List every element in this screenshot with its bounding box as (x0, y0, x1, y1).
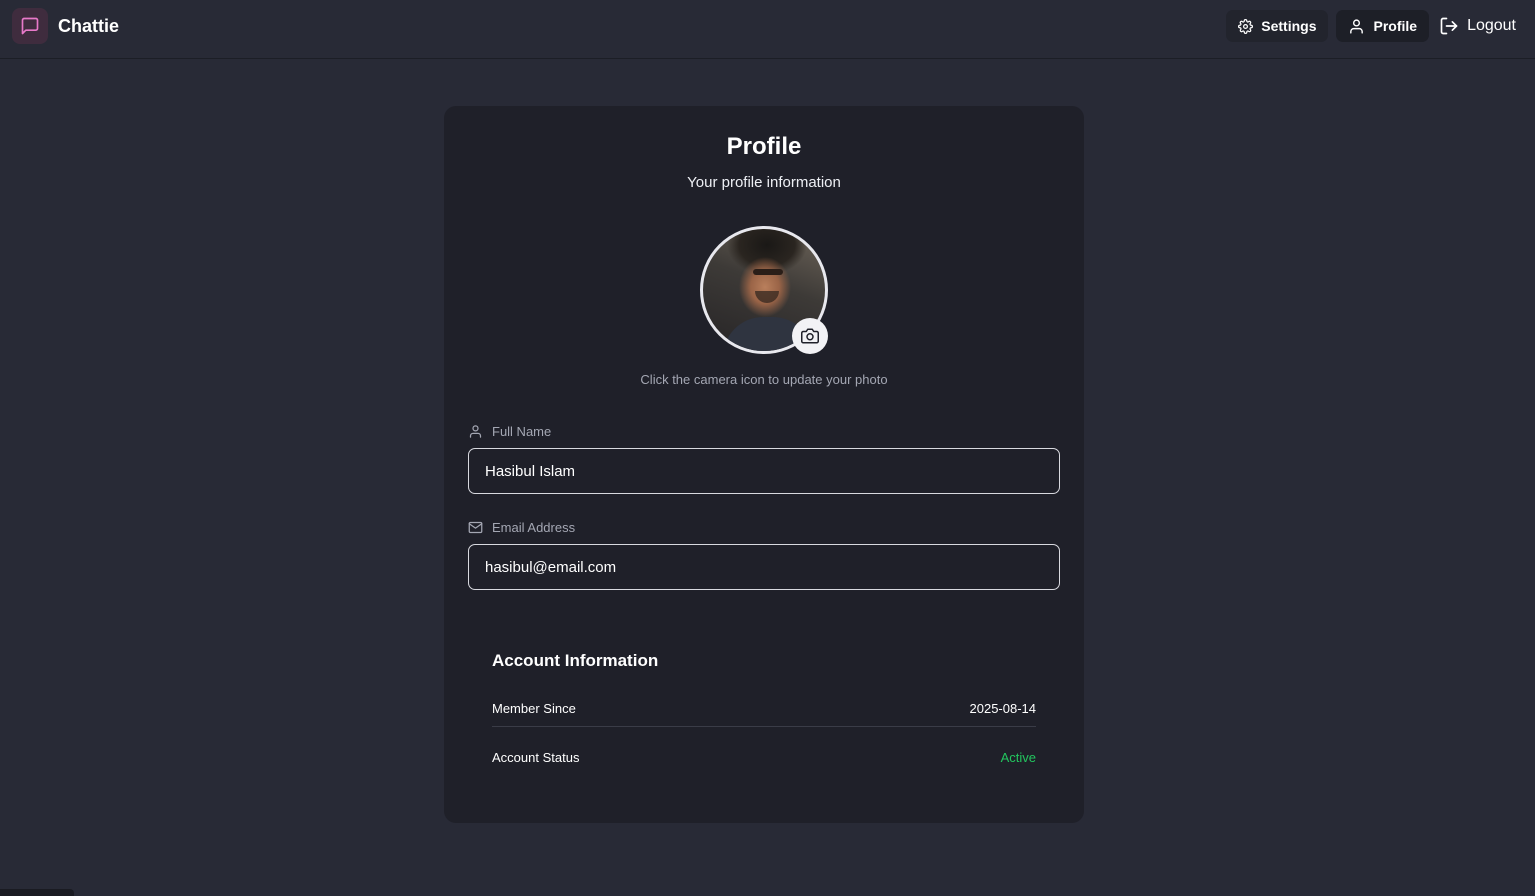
account-info-title: Account Information (492, 651, 659, 670)
member-since-value: 2025-08-14 (969, 700, 1037, 716)
brand[interactable]: Chattie (12, 8, 119, 44)
profile-label: Profile (1373, 18, 1418, 34)
message-square-icon (12, 8, 48, 44)
account-status-label: Account Status (492, 749, 580, 765)
full-name-label-text: Full Name (492, 424, 552, 439)
gear-icon (1238, 18, 1254, 34)
app-name: Chattie (58, 15, 120, 36)
member-since-row: Member Since 2025-08-14 (492, 696, 1036, 720)
photo-hint: Click the camera icon to update your pho… (640, 372, 888, 387)
divider (492, 726, 1036, 727)
logout-label: Logout (1467, 17, 1516, 34)
email-label-text: Email Address (492, 520, 576, 535)
full-name-label: Full Name (468, 424, 551, 439)
logout-icon (1440, 17, 1458, 35)
settings-label: Settings (1261, 18, 1317, 34)
email-field[interactable]: hasibul@email.com (468, 544, 1060, 590)
camera-icon (801, 328, 819, 344)
user-icon (1350, 18, 1364, 34)
page-subtitle: Your profile information (687, 174, 841, 191)
corner-bar (0, 889, 74, 896)
nav-actions: Settings Profile Logout (1226, 10, 1518, 42)
profile-card: Profile Your profile information Click t… (444, 106, 1084, 823)
top-navbar: Chattie Settings Profile Logout (0, 0, 1535, 59)
user-icon (469, 425, 482, 438)
status-badge: Active (1000, 749, 1036, 765)
profile-button[interactable]: Profile (1336, 10, 1430, 42)
camera-upload-button[interactable] (792, 318, 828, 354)
account-status-row: Account Status Active (492, 745, 1036, 769)
email-label: Email Address (468, 520, 575, 535)
avatar-container (700, 226, 828, 354)
mail-icon (468, 521, 483, 534)
member-since-label: Member Since (492, 700, 576, 716)
settings-button[interactable]: Settings (1226, 10, 1329, 42)
logout-button[interactable]: Logout (1429, 10, 1518, 42)
full-name-field[interactable]: Hasibul Islam (468, 448, 1060, 494)
page-title: Profile (726, 133, 802, 160)
